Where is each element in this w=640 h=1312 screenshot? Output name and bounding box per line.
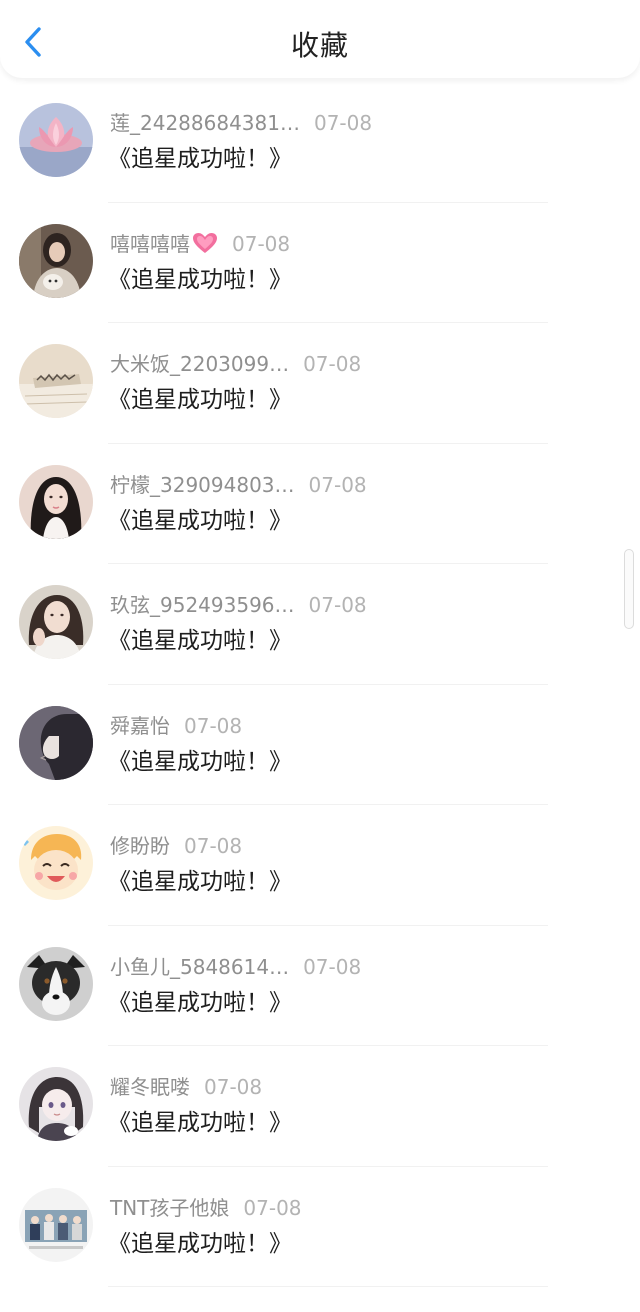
page-title: 收藏 <box>290 29 349 62</box>
avatar[interactable] <box>19 826 93 900</box>
post-date: 07-08 <box>184 834 243 858</box>
post-date: 07-08 <box>308 593 367 617</box>
girl-selfie-avatar <box>19 585 93 659</box>
post-title[interactable]: 《追星成功啦！》 <box>108 144 292 174</box>
post-date: 07-08 <box>184 713 243 738</box>
post-date: 07-08 <box>313 111 373 135</box>
avatar[interactable] <box>19 344 93 418</box>
item-meta: 舜嘉怡 07-08 <box>110 713 242 739</box>
list-item[interactable]: 柠檬_329094803… 07-08 《追星成功啦！》 <box>0 444 640 564</box>
favorites-list: 莲_24288684381… 07-08 《追星成功啦！》 嘻嘻嘻嘻 07-08… <box>0 82 640 1287</box>
puppy-avatar <box>19 946 93 1021</box>
post-title[interactable]: 《追星成功啦！》 <box>108 988 292 1018</box>
list-item[interactable]: TNT孩子他娘 07-08 《追星成功啦！》 <box>0 1167 640 1287</box>
anime-girl-avatar <box>19 1067 93 1141</box>
divider <box>108 1286 548 1287</box>
avatar[interactable] <box>19 464 93 539</box>
avatar[interactable] <box>19 585 93 659</box>
post-title[interactable]: 《追星成功啦！》 <box>108 867 292 897</box>
post-title[interactable]: 《追星成功啦！》 <box>108 385 292 415</box>
username[interactable]: 嘻嘻嘻嘻 <box>110 232 190 256</box>
post-title[interactable]: 《追星成功啦！》 <box>108 265 292 295</box>
list-item[interactable]: 玖弦_952493596… 07-08 《追星成功啦！》 <box>0 564 640 685</box>
username[interactable]: 修盼盼 <box>110 834 170 858</box>
list-item[interactable]: 修盼盼 07-08 《追星成功啦！》 <box>0 805 640 926</box>
avatar[interactable] <box>19 1067 93 1141</box>
post-title[interactable]: 《追星成功啦！》 <box>108 506 292 536</box>
item-meta: 修盼盼 07-08 <box>110 833 242 859</box>
post-date: 07-08 <box>308 472 367 497</box>
username[interactable]: 玖弦_952493596… <box>110 593 295 617</box>
item-meta: TNT孩子他娘 07-08 <box>110 1195 302 1221</box>
item-meta: 玖弦_952493596… 07-08 <box>110 592 367 618</box>
cartoon-boy-avatar <box>19 826 93 900</box>
username[interactable]: 耀冬眠喽 <box>110 1075 190 1099</box>
list-item[interactable]: 耀冬眠喽 07-08 《追星成功啦！》 <box>0 1046 640 1167</box>
anime-profile-avatar <box>19 705 93 780</box>
item-meta: 大米饭_2203099… 07-08 <box>110 351 361 377</box>
username[interactable]: 舜嘉怡 <box>110 714 170 738</box>
list-item[interactable]: 舜嘉怡 07-08 《追星成功啦！》 <box>0 685 640 805</box>
post-date: 07-08 <box>303 954 362 979</box>
item-meta: 耀冬眠喽 07-08 <box>110 1074 262 1100</box>
post-title[interactable]: 《追星成功啦！》 <box>108 1108 292 1138</box>
paper-sketch-avatar <box>19 344 93 418</box>
girl-with-dog-avatar <box>19 223 93 298</box>
list-item[interactable]: 大米饭_2203099… 07-08 《追星成功啦！》 <box>0 323 640 444</box>
post-date: 07-08 <box>232 231 291 256</box>
item-meta: 嘻嘻嘻嘻 07-08 <box>110 231 290 257</box>
avatar[interactable] <box>19 223 93 298</box>
list-item[interactable]: 嘻嘻嘻嘻 07-08 《追星成功啦！》 <box>0 203 640 323</box>
top-bar: 收藏 <box>0 0 640 78</box>
avatar[interactable] <box>19 946 93 1021</box>
post-date: 07-08 <box>243 1195 302 1220</box>
scrollbar-thumb[interactable] <box>624 549 634 629</box>
item-meta: 莲_24288684381… 07-08 <box>110 110 372 136</box>
pink-heart-icon <box>193 232 217 253</box>
group-photo-avatar <box>19 1187 93 1262</box>
post-title[interactable]: 《追星成功啦！》 <box>108 626 292 656</box>
post-title[interactable]: 《追星成功啦！》 <box>108 1229 292 1259</box>
post-date: 07-08 <box>204 1075 263 1099</box>
item-meta: 柠檬_329094803… 07-08 <box>110 472 367 498</box>
avatar[interactable] <box>19 103 93 177</box>
username[interactable]: 莲_24288684381… <box>110 111 300 135</box>
username[interactable]: 大米饭_2203099… <box>110 352 289 376</box>
username[interactable]: 小鱼儿_5848614… <box>110 955 289 979</box>
favorites-page: 收藏 莲_24288684381… 07-08 《追星成功啦！》 嘻嘻嘻嘻 07… <box>0 0 640 1312</box>
item-meta: 小鱼儿_5848614… 07-08 <box>110 954 361 980</box>
avatar[interactable] <box>19 1187 93 1262</box>
post-title[interactable]: 《追星成功啦！》 <box>108 747 292 777</box>
list-item[interactable]: 莲_24288684381… 07-08 《追星成功啦！》 <box>0 82 640 203</box>
post-date: 07-08 <box>303 352 362 376</box>
lotus-flower-avatar <box>19 103 93 177</box>
list-item[interactable]: 小鱼儿_5848614… 07-08 《追星成功啦！》 <box>0 926 640 1046</box>
avatar[interactable] <box>19 705 93 780</box>
username[interactable]: 柠檬_329094803… <box>110 473 295 497</box>
username[interactable]: TNT孩子他娘 <box>110 1196 229 1220</box>
girl-portrait-avatar <box>19 464 93 539</box>
